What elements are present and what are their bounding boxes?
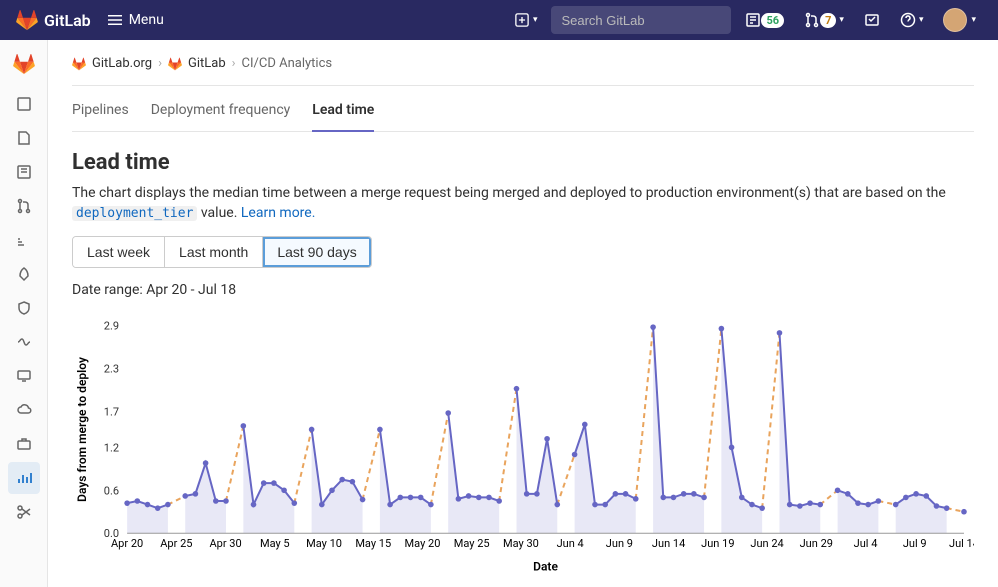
help-icon <box>900 12 916 28</box>
menu-button[interactable]: Menu <box>99 8 172 32</box>
rocket2-icon <box>16 266 32 282</box>
svg-text:May 5: May 5 <box>260 537 290 550</box>
hamburger-icon <box>107 12 123 28</box>
doc-icon <box>16 130 32 146</box>
user-menu[interactable]: ▾ <box>937 6 982 34</box>
svg-text:Date: Date <box>533 559 558 573</box>
svg-text:Jun 24: Jun 24 <box>750 537 783 550</box>
page-description: The chart displays the median time betwe… <box>72 183 974 224</box>
brand-name: GitLab <box>44 11 91 30</box>
issues-icon <box>16 164 32 180</box>
chart-icon <box>16 334 32 350</box>
merge-icon <box>16 198 32 214</box>
svg-text:Days from merge to deploy: Days from merge to deploy <box>75 357 89 502</box>
menu-label: Menu <box>129 12 164 28</box>
issues-link[interactable]: 56 <box>739 6 790 34</box>
date-range-segment: Last week Last month Last 90 days <box>72 236 372 268</box>
gitlab-logo-icon <box>13 53 35 75</box>
tab-deployment-frequency[interactable]: Deployment frequency <box>151 88 291 132</box>
svg-text:1.2: 1.2 <box>104 441 119 454</box>
learn-more-link[interactable]: Learn more. <box>241 205 316 221</box>
breadcrumb-org[interactable]: GitLab.org <box>92 56 152 71</box>
todos-icon <box>864 12 880 28</box>
sidebar-briefcase[interactable] <box>8 428 40 460</box>
sidebar-project-info[interactable] <box>8 88 40 120</box>
code-tier: deployment_tier <box>72 206 197 221</box>
sidebar-packages[interactable] <box>8 394 40 426</box>
help-link[interactable]: ▾ <box>894 6 930 34</box>
rocket-icon <box>16 232 32 248</box>
svg-text:Jul 4: Jul 4 <box>854 537 878 550</box>
breadcrumb-project[interactable]: GitLab <box>188 56 226 71</box>
page-title: Lead time <box>72 150 974 175</box>
svg-text:May 30: May 30 <box>503 537 539 550</box>
new-dropdown[interactable]: ▾ <box>509 6 544 34</box>
home-icon <box>16 96 32 112</box>
cloud-icon <box>16 402 32 418</box>
svg-text:May 15: May 15 <box>355 537 391 550</box>
avatar <box>943 8 967 32</box>
svg-text:May 25: May 25 <box>454 537 490 550</box>
issues-icon <box>745 12 761 28</box>
search-field[interactable] <box>561 13 737 28</box>
issues-count: 56 <box>761 13 784 28</box>
merge-requests-link[interactable]: 7 ▾ <box>798 6 850 34</box>
sidebar-security[interactable] <box>8 292 40 324</box>
todos-link[interactable] <box>858 6 886 34</box>
monitor-icon <box>16 368 32 384</box>
breadcrumb: GitLab.org › GitLab › CI/CD Analytics <box>72 56 974 86</box>
sidebar-snippets[interactable] <box>8 496 40 528</box>
seg-last-month[interactable]: Last month <box>165 237 263 267</box>
shield-icon <box>16 300 32 316</box>
lead-time-chart: 0.00.61.21.72.32.9Apr 20Apr 25Apr 30May … <box>72 308 974 587</box>
svg-text:Jun 14: Jun 14 <box>652 537 685 550</box>
search-input[interactable] <box>551 6 731 34</box>
seg-last-week[interactable]: Last week <box>73 237 165 267</box>
tab-lead-time[interactable]: Lead time <box>312 88 374 132</box>
svg-text:Jul 14: Jul 14 <box>949 537 974 550</box>
svg-text:Apr 20: Apr 20 <box>111 537 143 550</box>
project-avatar[interactable] <box>8 48 40 80</box>
svg-text:Jun 9: Jun 9 <box>606 537 633 550</box>
svg-text:0.6: 0.6 <box>104 484 119 497</box>
svg-text:May 20: May 20 <box>405 537 441 550</box>
briefcase-icon <box>16 436 32 452</box>
svg-text:Jul 9: Jul 9 <box>903 537 927 550</box>
sidebar-issues[interactable] <box>8 156 40 188</box>
plus-square-icon <box>515 13 529 27</box>
sidebar-repository[interactable] <box>8 122 40 154</box>
svg-text:Jun 4: Jun 4 <box>557 537 584 550</box>
scissors-icon <box>16 504 32 520</box>
svg-text:1.7: 1.7 <box>104 406 119 419</box>
sidebar-analytics[interactable] <box>8 462 40 494</box>
tab-pipelines[interactable]: Pipelines <box>72 88 129 132</box>
gitlab-logo-icon <box>168 57 182 71</box>
sidebar-ci-cd[interactable] <box>8 224 40 256</box>
svg-text:Jun 19: Jun 19 <box>701 537 734 550</box>
svg-text:2.3: 2.3 <box>104 363 119 376</box>
brand[interactable]: GitLab <box>16 9 91 31</box>
svg-text:2.9: 2.9 <box>104 320 119 333</box>
sidebar-merge-requests[interactable] <box>8 190 40 222</box>
analytics-icon <box>16 470 32 486</box>
merge-icon <box>804 12 820 28</box>
breadcrumb-current: CI/CD Analytics <box>242 56 333 71</box>
sidebar-monitor[interactable] <box>8 326 40 358</box>
date-range-label: Date range: Apr 20 - Jul 18 <box>72 282 974 298</box>
svg-text:May 10: May 10 <box>306 537 342 550</box>
svg-text:Jun 29: Jun 29 <box>800 537 833 550</box>
svg-text:Apr 25: Apr 25 <box>160 537 192 550</box>
gitlab-logo-icon <box>16 9 38 31</box>
gitlab-logo-icon <box>72 57 86 71</box>
mr-count: 7 <box>820 13 836 28</box>
seg-last-90-days[interactable]: Last 90 days <box>263 237 370 267</box>
svg-text:Apr 30: Apr 30 <box>209 537 241 550</box>
sidebar-infrastructure[interactable] <box>8 360 40 392</box>
sidebar-deployments[interactable] <box>8 258 40 290</box>
